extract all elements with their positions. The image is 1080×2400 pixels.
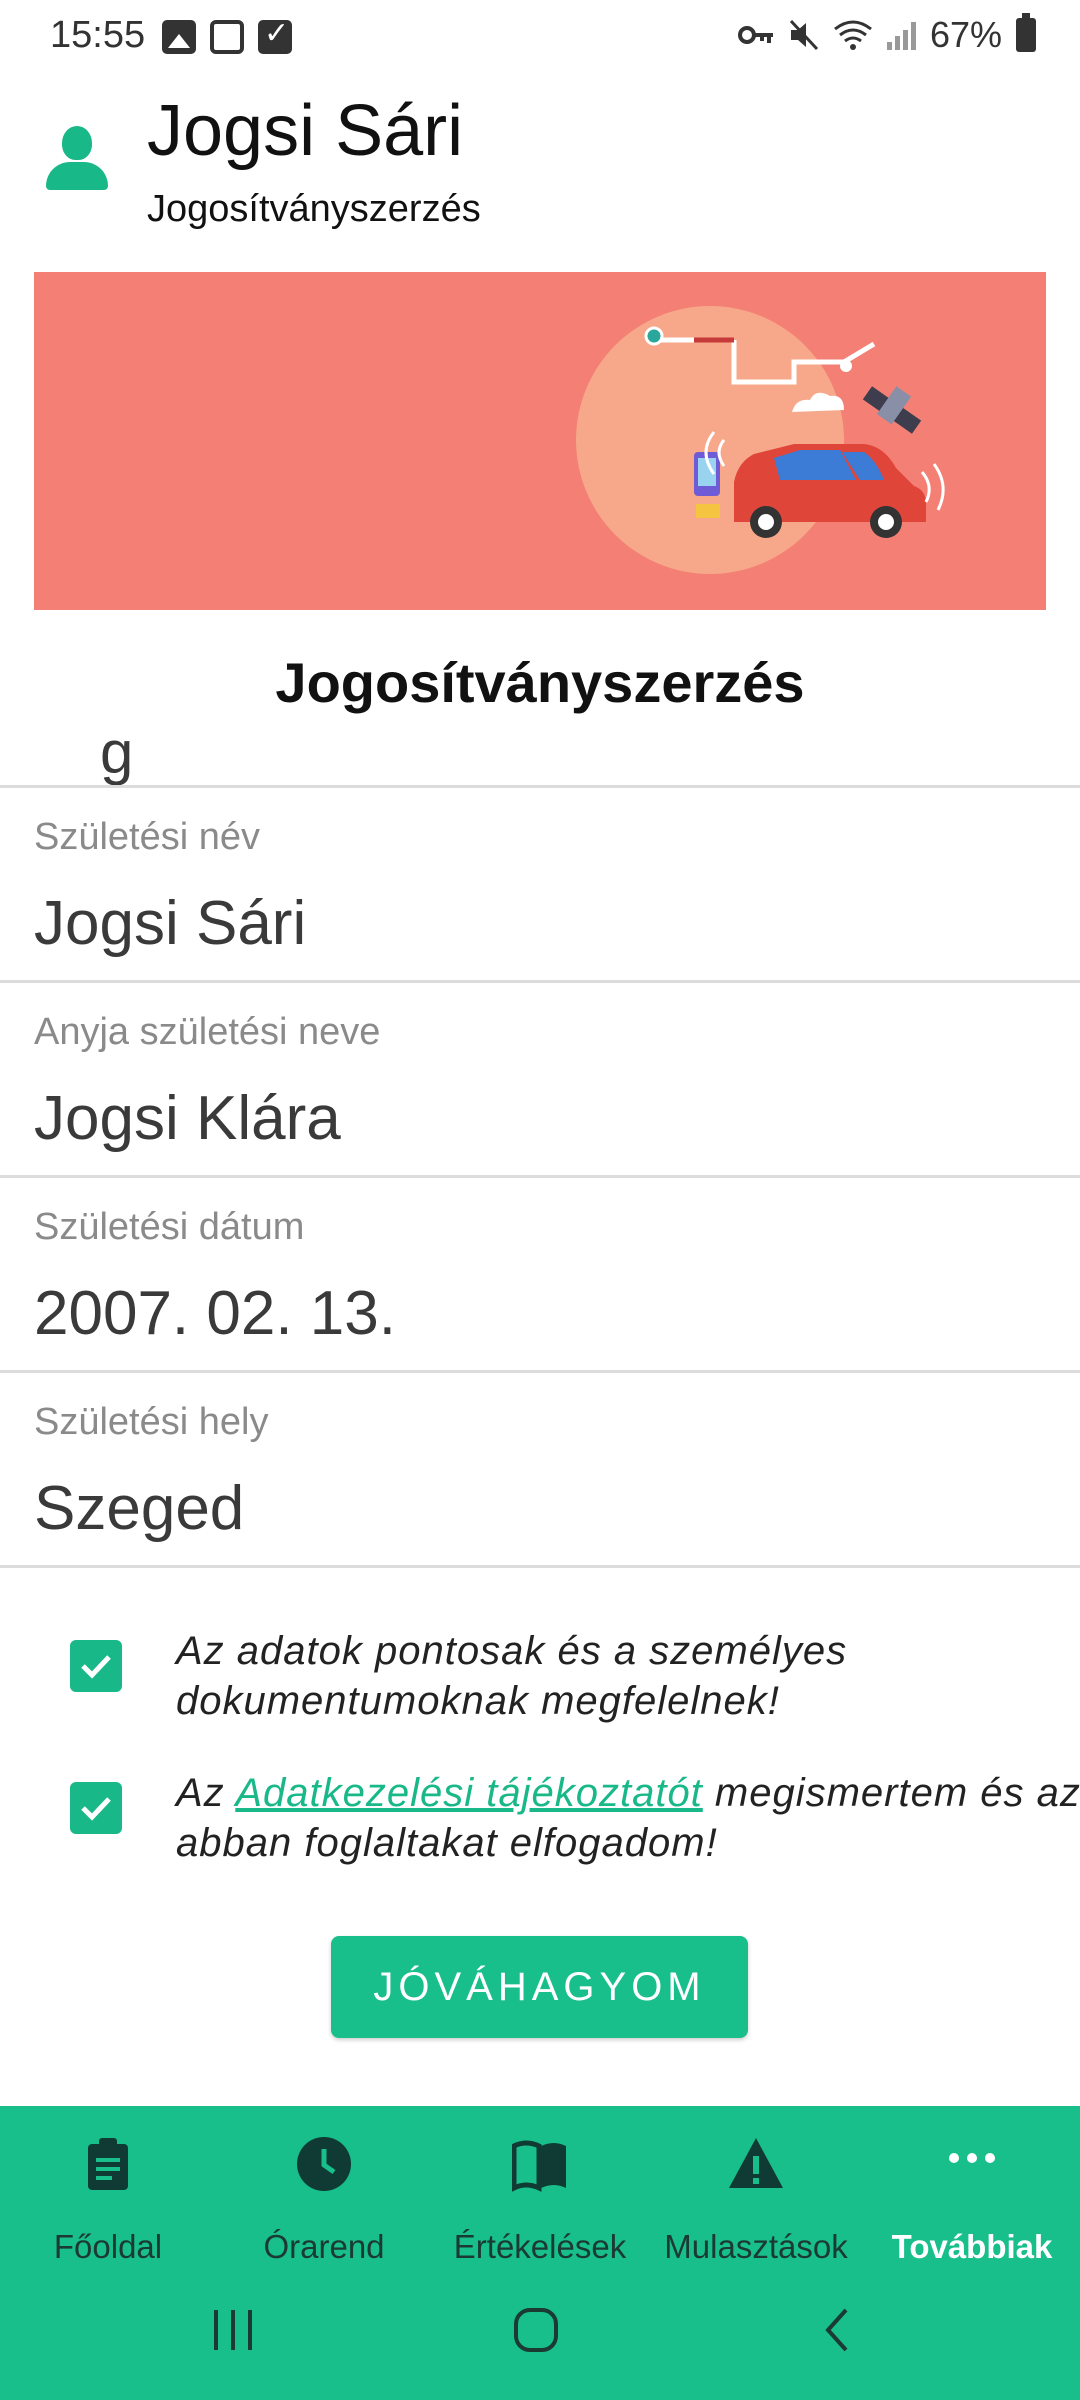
mute-icon xyxy=(789,19,819,51)
field-value: 2007. 02. 13. xyxy=(34,1279,396,1348)
field-value: Szeged xyxy=(34,1474,245,1543)
gallery-icon xyxy=(162,20,196,54)
clipboard-icon xyxy=(88,2138,128,2190)
warning-icon xyxy=(729,2138,783,2188)
nav-label: Mulasztások xyxy=(664,2228,848,2265)
field-label: Születési hely xyxy=(34,1401,269,1443)
nav-home[interactable]: Főoldal xyxy=(0,2136,216,2266)
page-title: Jogosítványszerzés xyxy=(275,651,805,714)
privacy-prefix: Az xyxy=(176,1771,236,1815)
battery-icon xyxy=(1016,13,1036,52)
course-banner-image xyxy=(34,272,1046,610)
scrolled-field: g xyxy=(0,740,1080,788)
back-icon[interactable] xyxy=(822,2306,852,2354)
privacy-policy-link[interactable]: Adatkezelési tájékoztatót xyxy=(235,1771,702,1815)
nav-label: Továbbiak xyxy=(891,2228,1053,2265)
course-name: Jogosítványszerzés xyxy=(147,188,481,230)
field-birth-name: Születési név Jogsi Sári xyxy=(0,788,1080,983)
nav-absences[interactable]: Mulasztások xyxy=(648,2136,864,2266)
field-value: Jogsi Klára xyxy=(34,1084,341,1153)
system-nav xyxy=(0,2290,1080,2370)
user-name: Jogsi Sári xyxy=(147,91,464,171)
nav-more[interactable]: Továbbiak xyxy=(864,2136,1080,2266)
privacy-checkbox[interactable] xyxy=(70,1782,122,1834)
field-mother-name: Anyja születési neve Jogsi Klára xyxy=(0,983,1080,1178)
field-label: Anyja születési neve xyxy=(34,1011,381,1053)
nav-label: Értékelések xyxy=(453,2228,627,2265)
nav-schedule[interactable]: Órarend xyxy=(216,2136,432,2266)
profile-icon[interactable] xyxy=(46,126,108,190)
message-icon xyxy=(210,20,244,54)
status-time: 15:55 xyxy=(50,14,146,56)
more-icon xyxy=(949,2153,995,2163)
field-value: Jogsi Sári xyxy=(34,889,307,958)
battery-percent: 67% xyxy=(929,14,1002,55)
approve-button[interactable]: JÓVÁHAGYOM xyxy=(331,1936,748,2038)
privacy-consent-text: Az Adatkezelési tájékoztatót megismertem… xyxy=(176,1768,1080,1868)
clock-icon xyxy=(297,2137,351,2191)
checkbox-notification-icon xyxy=(258,16,292,54)
nav-grades[interactable]: Értékelések xyxy=(432,2136,648,2266)
field-label: Születési név xyxy=(34,816,261,858)
book-icon xyxy=(512,2140,566,2192)
signal-icon xyxy=(886,20,916,50)
home-button-icon[interactable] xyxy=(512,2306,560,2354)
field-label: Születési dátum xyxy=(34,1206,305,1248)
nav-label: Főoldal xyxy=(53,2228,163,2265)
accuracy-consent-text: Az adatok pontosak és a személyes dokume… xyxy=(176,1629,848,1723)
accuracy-checkbox[interactable] xyxy=(70,1640,122,1692)
field-birth-place: Születési hely Szeged xyxy=(0,1373,1080,1568)
notification-icons xyxy=(162,16,292,54)
recent-apps-icon[interactable] xyxy=(210,2308,256,2352)
wifi-icon xyxy=(834,20,872,50)
key-icon xyxy=(737,26,773,44)
field-birth-date: Születési dátum 2007. 02. 13. xyxy=(0,1178,1080,1373)
status-bar: 15:55 67% xyxy=(0,0,1080,76)
nav-label: Órarend xyxy=(263,2228,385,2265)
status-right: 67% xyxy=(737,13,1036,56)
